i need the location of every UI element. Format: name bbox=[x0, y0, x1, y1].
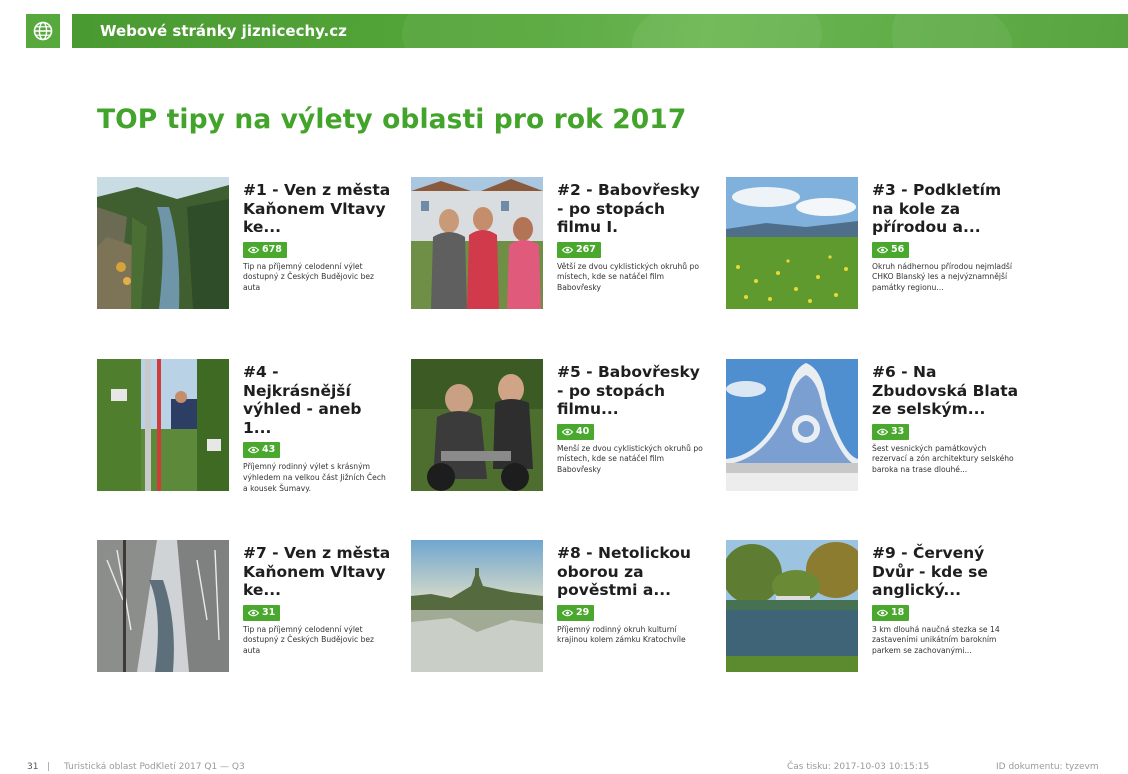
page-footer: 31 | Turistická oblast PodKletí 2017 Q1 … bbox=[0, 762, 1128, 774]
chairlift-photo[interactable] bbox=[97, 359, 229, 491]
views-badge: 29 bbox=[557, 604, 595, 621]
tip-card-8[interactable]: #8 - Netolickou oborou za pověstmi a... … bbox=[411, 540, 711, 690]
views-count: 267 bbox=[576, 243, 596, 255]
tip-description: Větší ze dvou cyklistických okruhů po mí… bbox=[557, 261, 700, 293]
header-bar: Webové stránky jiznicechy.cz bbox=[72, 14, 1128, 48]
views-badge: 56 bbox=[872, 241, 910, 258]
tip-card-6[interactable]: #6 - Na Zbudovská Blata ze selským... 33… bbox=[726, 359, 1026, 509]
tip-description: Okruh nádhernou přírodou nejmladší CHKO … bbox=[872, 261, 1012, 293]
eye-icon bbox=[562, 428, 573, 435]
tip-description: Příjemný rodinný okruh kulturní krajinou… bbox=[557, 624, 686, 645]
views-count: 56 bbox=[891, 243, 905, 255]
views-badge: 33 bbox=[872, 423, 910, 440]
eye-icon bbox=[877, 246, 888, 253]
lake-village-photo[interactable] bbox=[411, 540, 543, 672]
tip-card-7[interactable]: #7 - Ven z města Kaňonem Vltavy ke... 31… bbox=[97, 540, 397, 690]
views-badge: 678 bbox=[243, 241, 287, 258]
tip-card-4[interactable]: #4 - Nejkrásnější výhled - aneb 1... 43 … bbox=[97, 359, 397, 509]
views-count: 29 bbox=[576, 606, 590, 618]
views-count: 40 bbox=[576, 425, 590, 437]
eye-icon bbox=[877, 609, 888, 616]
header-title: Webové stránky jiznicechy.cz bbox=[100, 22, 347, 40]
tip-description: Tip na příjemný celodenní výlet dostupný… bbox=[243, 261, 375, 293]
views-count: 18 bbox=[891, 606, 905, 618]
tip-description: 3 km dlouhá naučná stezka se 14 zastaven… bbox=[872, 624, 1000, 656]
winter-canyon-photo[interactable] bbox=[97, 540, 229, 672]
tip-description: Menší ze dvou cyklistických okruhů po mí… bbox=[557, 443, 703, 475]
baroque-gable-photo[interactable] bbox=[726, 359, 858, 491]
tip-title[interactable]: #7 - Ven z města Kaňonem Vltavy ke... bbox=[243, 544, 391, 600]
tip-title[interactable]: #4 - Nejkrásnější výhled - aneb 1... bbox=[243, 363, 391, 437]
river-canyon-photo[interactable] bbox=[97, 177, 229, 309]
views-count: 33 bbox=[891, 425, 905, 437]
eye-icon bbox=[877, 428, 888, 435]
tip-card-3[interactable]: #3 - Podkletím na kole za přírodou a... … bbox=[726, 177, 1026, 327]
tip-title[interactable]: #9 - Červený Dvůr - kde se anglický... bbox=[872, 544, 1020, 600]
views-badge: 43 bbox=[243, 442, 281, 458]
globe-icon bbox=[33, 21, 53, 41]
tip-description: Příjemný rodinný výlet s krásným výhlede… bbox=[243, 462, 386, 493]
views-badge: 31 bbox=[243, 604, 281, 621]
eye-icon bbox=[248, 609, 259, 616]
eye-icon bbox=[562, 609, 573, 616]
tip-card-1[interactable]: #1 - Ven z města Kaňonem Vltavy ke... 67… bbox=[97, 177, 397, 327]
village-women-photo[interactable] bbox=[411, 177, 543, 309]
eye-icon bbox=[562, 246, 573, 253]
views-count: 43 bbox=[262, 444, 276, 455]
tip-title[interactable]: #1 - Ven z města Kaňonem Vltavy ke... bbox=[243, 181, 391, 237]
views-count: 678 bbox=[262, 243, 282, 255]
tip-card-5[interactable]: #5 - Babovřesky - po stopách filmu... 40… bbox=[411, 359, 711, 509]
globe-icon-box bbox=[26, 14, 60, 48]
tip-card-9[interactable]: #9 - Červený Dvůr - kde se anglický... 1… bbox=[726, 540, 1026, 690]
tip-title[interactable]: #6 - Na Zbudovská Blata ze selským... bbox=[872, 363, 1020, 419]
moped-women-photo[interactable] bbox=[411, 359, 543, 491]
views-badge: 40 bbox=[557, 423, 595, 440]
tip-title[interactable]: #3 - Podkletím na kole za přírodou a... bbox=[872, 181, 1020, 237]
views-badge: 18 bbox=[872, 604, 910, 621]
tip-title[interactable]: #8 - Netolickou oborou za pověstmi a... bbox=[557, 544, 705, 600]
tip-description: Tip na příjemný celodenní výlet dostupný… bbox=[243, 624, 375, 656]
tip-title[interactable]: #2 - Babovřesky - po stopách filmu I. bbox=[557, 181, 705, 237]
meadow-flowers-photo[interactable] bbox=[726, 177, 858, 309]
tip-description: Šest vesnických památkových rezervací a … bbox=[872, 443, 1014, 475]
park-pond-photo[interactable] bbox=[726, 540, 858, 672]
eye-icon bbox=[248, 446, 259, 454]
eye-icon bbox=[248, 246, 259, 253]
tip-title[interactable]: #5 - Babovřesky - po stopách filmu... bbox=[557, 363, 705, 419]
tip-card-2[interactable]: #2 - Babovřesky - po stopách filmu I. 26… bbox=[411, 177, 711, 327]
views-badge: 267 bbox=[557, 241, 601, 258]
page-title: TOP tipy na výlety oblasti pro rok 2017 bbox=[97, 104, 687, 135]
views-count: 31 bbox=[262, 606, 276, 618]
